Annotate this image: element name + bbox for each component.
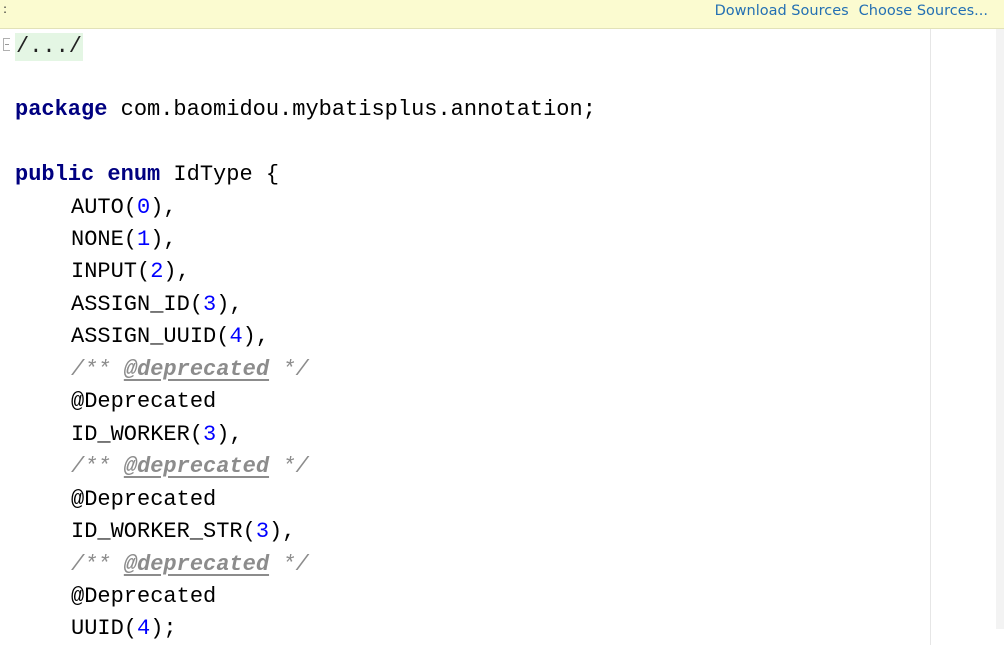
doc-tag: @deprecated: [123, 357, 270, 382]
enum-constant-auto: AUTO(0),: [71, 193, 177, 223]
constant-value: 4: [137, 616, 151, 641]
enum-constant-input: INPUT(2),: [71, 257, 190, 287]
constant-name: INPUT(: [71, 259, 151, 284]
doc-comment-open: /**: [71, 454, 124, 479]
doc-tag: @deprecated: [123, 454, 270, 479]
deprecated-doc-comment: /** @deprecated */: [71, 550, 309, 580]
deprecated-doc-comment: /** @deprecated */: [71, 452, 309, 482]
folded-header-region[interactable]: /.../: [15, 33, 84, 61]
banner-links: Download Sources Choose Sources...: [715, 3, 988, 19]
doc-comment-close: */: [269, 454, 309, 479]
editor-right-margin: [930, 29, 997, 645]
constant-name: ASSIGN_ID(: [71, 292, 204, 317]
enum-constant-assign-uuid: ASSIGN_UUID(4),: [71, 322, 269, 352]
constant-value: 4: [229, 324, 243, 349]
enum-constant-id-worker-str: ID_WORKER_STR(3),: [71, 517, 295, 547]
doc-tag: @deprecated: [123, 552, 270, 577]
constant-suffix: ),: [163, 259, 190, 284]
constant-suffix: ),: [150, 227, 177, 252]
constant-value: 1: [137, 227, 151, 252]
enum-declaration-line: public enum IdType {: [15, 160, 279, 190]
constant-suffix: ),: [216, 422, 243, 447]
doc-comment-open: /**: [71, 552, 124, 577]
constant-suffix: ),: [242, 324, 270, 349]
enum-class-name: IdType {: [160, 162, 280, 187]
doc-comment-close: */: [269, 357, 309, 382]
constant-suffix: ),: [216, 292, 243, 317]
choose-sources-link[interactable]: Choose Sources...: [859, 3, 988, 19]
constant-name: ID_WORKER(: [71, 422, 204, 447]
constant-name: ASSIGN_UUID(: [71, 324, 230, 349]
vertical-scrollbar[interactable]: [996, 29, 1004, 629]
deprecated-annotation: @Deprecated: [71, 389, 217, 414]
constant-name: ID_WORKER_STR(: [71, 519, 256, 544]
constant-value: 3: [203, 292, 217, 317]
constant-value: 3: [255, 519, 270, 544]
constant-suffix: ),: [269, 519, 296, 544]
public-keyword: public: [15, 162, 95, 187]
enum-keyword: enum: [107, 162, 161, 187]
doc-comment-open: /**: [71, 357, 124, 382]
constant-value: 0: [137, 195, 151, 220]
enum-constant-assign-id: ASSIGN_ID(3),: [71, 290, 243, 320]
package-name: com.baomidou.mybatisplus.annotation;: [107, 97, 596, 122]
doc-comment-close: */: [269, 552, 309, 577]
enum-constant-id-worker: ID_WORKER(3),: [71, 420, 243, 450]
constant-suffix: );: [150, 616, 177, 641]
download-sources-link[interactable]: Download Sources: [715, 3, 849, 19]
enum-constant-none: NONE(1),: [71, 225, 177, 255]
constant-name: UUID(: [71, 616, 138, 641]
package-line: package com.baomidou.mybatisplus.annotat…: [15, 95, 596, 125]
constant-value: 3: [203, 422, 217, 447]
constant-name: AUTO(: [71, 195, 138, 220]
sources-banner: : Download Sources Choose Sources...: [0, 0, 1004, 29]
banner-mark: :: [3, 2, 8, 16]
deprecated-doc-comment: /** @deprecated */: [71, 355, 309, 385]
deprecated-annotation: @Deprecated: [71, 487, 217, 512]
constant-name: NONE(: [71, 227, 138, 252]
constant-value: 2: [150, 259, 164, 284]
enum-constant-uuid: UUID(4);: [71, 614, 177, 644]
fold-marker-icon[interactable]: [3, 38, 10, 51]
constant-suffix: ),: [150, 195, 177, 220]
deprecated-annotation: @Deprecated: [71, 584, 217, 609]
package-keyword: package: [15, 97, 108, 122]
